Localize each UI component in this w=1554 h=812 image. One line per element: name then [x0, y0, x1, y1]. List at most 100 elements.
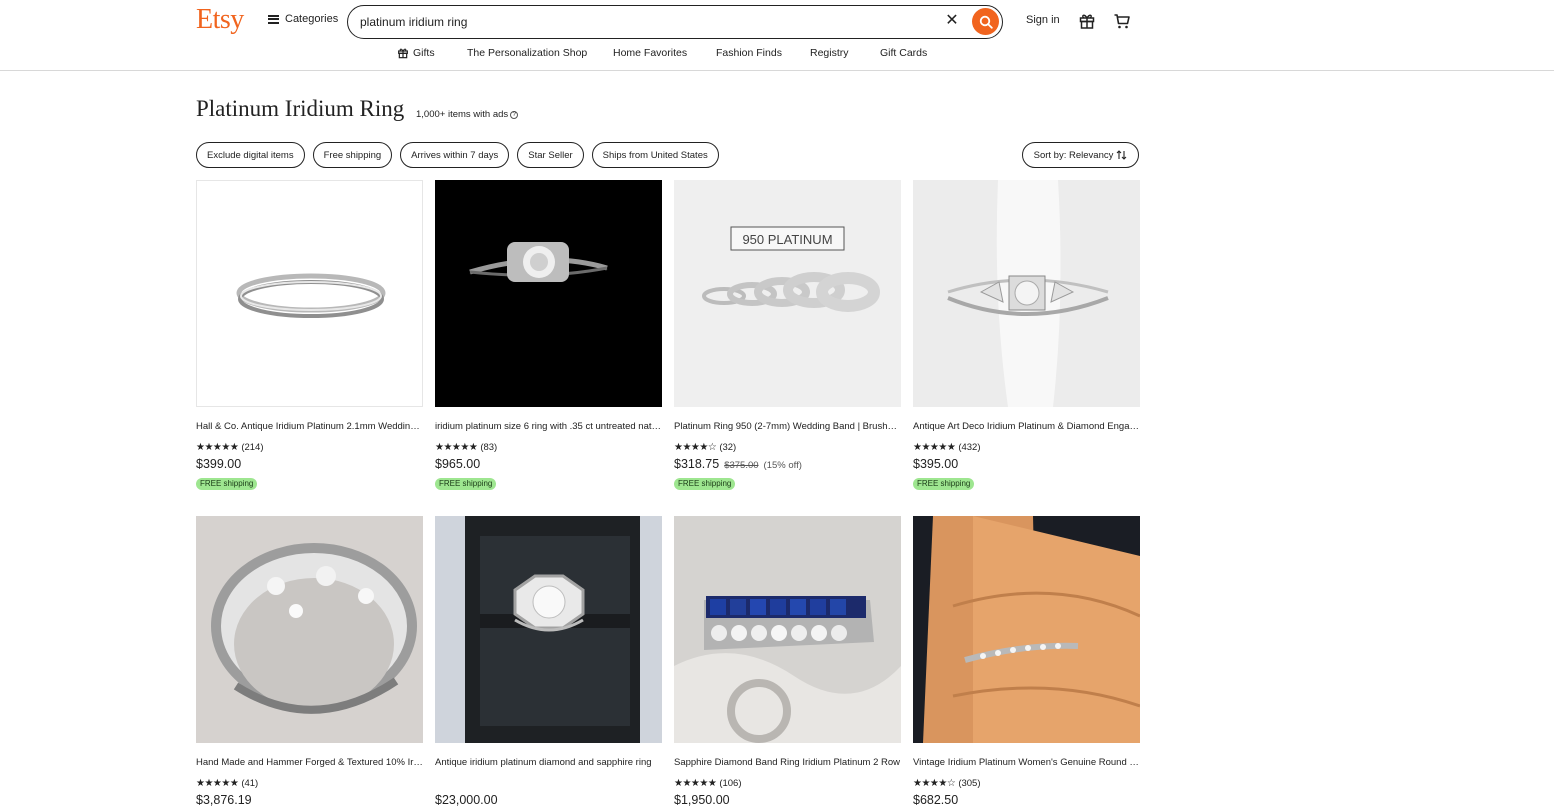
- nav-item-registry[interactable]: Registry: [810, 47, 880, 59]
- star-rating: ★★★★☆: [674, 441, 717, 453]
- listing-image[interactable]: [435, 180, 662, 407]
- listing-rating: [435, 778, 662, 789]
- listing-title[interactable]: Antique iridium platinum diamond and sap…: [435, 757, 662, 769]
- listing-card[interactable]: Antique Art Deco Iridium Platinum & Diam…: [913, 180, 1140, 516]
- star-rating: ★★★★☆: [913, 777, 956, 789]
- sign-in-link[interactable]: Sign in: [1026, 14, 1060, 26]
- listing-rating: ★★★★★ (41): [196, 778, 423, 789]
- filter-exclude-digital[interactable]: Exclude digital items: [196, 142, 305, 168]
- category-nav: Gifts The Personalization Shop Home Favo…: [397, 47, 927, 59]
- listing-card[interactable]: Hall & Co. Antique Iridium Platinum 2.1m…: [196, 180, 423, 516]
- listing-price: $23,000.00: [435, 793, 498, 807]
- nav-item-label: Registry: [810, 47, 849, 59]
- hamburger-icon: [268, 14, 279, 24]
- categories-button[interactable]: Categories: [268, 13, 338, 25]
- cart-icon: [1114, 14, 1130, 29]
- discount-percent: (15% off): [763, 460, 802, 471]
- page-title: Platinum Iridium Ring: [196, 96, 405, 121]
- search-input[interactable]: [360, 15, 930, 29]
- price-line: $3,876.19: [196, 793, 423, 808]
- site-header: Etsy Categories ✕ Sign in Gifts The Pers…: [0, 0, 1554, 71]
- listing-image[interactable]: [674, 516, 901, 743]
- price-line: $399.00: [196, 457, 423, 472]
- price-line: $965.00: [435, 457, 662, 472]
- free-shipping-badge: FREE shipping: [913, 478, 975, 490]
- listing-image[interactable]: [913, 516, 1140, 743]
- price-line: $395.00: [913, 457, 1140, 472]
- listing-card[interactable]: iridium platinum size 6 ring with .35 ct…: [435, 180, 662, 516]
- review-count: (432): [958, 442, 981, 453]
- star-rating: ★★★★★: [196, 777, 239, 789]
- listing-price: $682.50: [913, 793, 959, 807]
- listing-image[interactable]: [435, 516, 662, 743]
- sort-button[interactable]: Sort by: Relevancy: [1022, 142, 1139, 168]
- listing-card[interactable]: Hand Made and Hammer Forged & Textured 1…: [196, 516, 423, 808]
- listing-title[interactable]: Hand Made and Hammer Forged & Textured 1…: [196, 757, 423, 769]
- filter-arrives-7-days[interactable]: Arrives within 7 days: [400, 142, 510, 168]
- listing-price: $318.75: [674, 457, 720, 471]
- listing-price: $399.00: [196, 457, 242, 471]
- free-shipping-badge: FREE shipping: [435, 478, 497, 490]
- sort-arrows-icon: [1116, 150, 1127, 160]
- review-count: (32): [719, 442, 737, 453]
- listing-title[interactable]: iridium platinum size 6 ring with .35 ct…: [435, 421, 662, 433]
- review-count: (214): [241, 442, 264, 453]
- price-line: $1,950.00: [674, 793, 901, 808]
- nav-item-label: Gifts: [413, 47, 435, 59]
- star-rating: ★★★★★: [196, 441, 239, 453]
- clear-search-icon[interactable]: ✕: [944, 13, 960, 29]
- filter-chips: Exclude digital items Free shipping Arri…: [196, 142, 719, 168]
- listing-grid: Hall & Co. Antique Iridium Platinum 2.1m…: [196, 180, 1140, 808]
- gift-mode-button[interactable]: [1078, 12, 1096, 30]
- listing-title[interactable]: Sapphire Diamond Band Ring Iridium Plati…: [674, 757, 901, 769]
- listing-price: $395.00: [913, 457, 959, 471]
- nav-item-gift-cards[interactable]: Gift Cards: [880, 47, 927, 59]
- price-line: $23,000.00: [435, 793, 662, 808]
- listing-card[interactable]: 950 PLATINUM Platinum Ring 950 (2-7mm) W…: [674, 180, 901, 516]
- free-shipping-badge: FREE shipping: [196, 478, 258, 490]
- nav-item-fashion-finds[interactable]: Fashion Finds: [716, 47, 810, 59]
- nav-item-personalization-shop[interactable]: The Personalization Shop: [467, 47, 613, 59]
- original-price: $375.00: [724, 460, 759, 471]
- free-shipping-badge: FREE shipping: [674, 478, 736, 490]
- listing-title[interactable]: Vintage Iridium Platinum Women's Genuine…: [913, 757, 1140, 769]
- nav-item-label: Home Favorites: [613, 47, 688, 59]
- nav-item-home-favorites[interactable]: Home Favorites: [613, 47, 716, 59]
- price-line: $682.50: [913, 793, 1140, 808]
- listing-title[interactable]: Hall & Co. Antique Iridium Platinum 2.1m…: [196, 421, 423, 433]
- gift-icon: [1079, 14, 1095, 29]
- info-icon[interactable]: ?: [510, 110, 519, 119]
- filter-ships-from-us[interactable]: Ships from United States: [591, 142, 719, 168]
- etsy-logo[interactable]: Etsy: [196, 4, 244, 36]
- search-icon: [979, 15, 993, 29]
- listing-image[interactable]: [196, 516, 423, 743]
- listing-title[interactable]: Antique Art Deco Iridium Platinum & Diam…: [913, 421, 1140, 433]
- nav-item-gifts[interactable]: Gifts: [397, 47, 467, 59]
- listing-rating: ★★★★★ (432): [913, 442, 1140, 453]
- listing-title[interactable]: Platinum Ring 950 (2-7mm) Wedding Band |…: [674, 421, 901, 433]
- nav-item-label: The Personalization Shop: [467, 47, 588, 59]
- categories-label: Categories: [285, 13, 339, 25]
- star-rating: ★★★★★: [674, 777, 717, 789]
- listing-price: $965.00: [435, 457, 481, 471]
- review-count: (83): [480, 442, 498, 453]
- result-count: 1,000+ items with ads ?: [416, 109, 519, 120]
- nav-item-label: Gift Cards: [880, 47, 928, 59]
- listing-image[interactable]: [196, 180, 423, 407]
- listing-rating: ★★★★★ (214): [196, 442, 423, 453]
- listing-image[interactable]: 950 PLATINUM: [674, 180, 901, 407]
- price-line: $318.75 $375.00 (15% off): [674, 457, 901, 472]
- listing-price: $1,950.00: [674, 793, 730, 807]
- listing-image[interactable]: [913, 180, 1140, 407]
- listing-rating: ★★★★☆ (32): [674, 442, 901, 453]
- search-button[interactable]: [972, 8, 999, 35]
- filter-star-seller[interactable]: Star Seller: [517, 142, 584, 168]
- listing-price: $3,876.19: [196, 793, 252, 807]
- filter-free-shipping[interactable]: Free shipping: [312, 142, 393, 168]
- cart-button[interactable]: [1113, 12, 1131, 30]
- listing-rating: ★★★★★ (83): [435, 442, 662, 453]
- listing-card[interactable]: Vintage Iridium Platinum Women's Genuine…: [913, 516, 1140, 808]
- listing-card[interactable]: Antique iridium platinum diamond and sap…: [435, 516, 662, 808]
- listing-card[interactable]: Sapphire Diamond Band Ring Iridium Plati…: [674, 516, 901, 808]
- badge-950-text: 950 PLATINUM: [742, 232, 832, 247]
